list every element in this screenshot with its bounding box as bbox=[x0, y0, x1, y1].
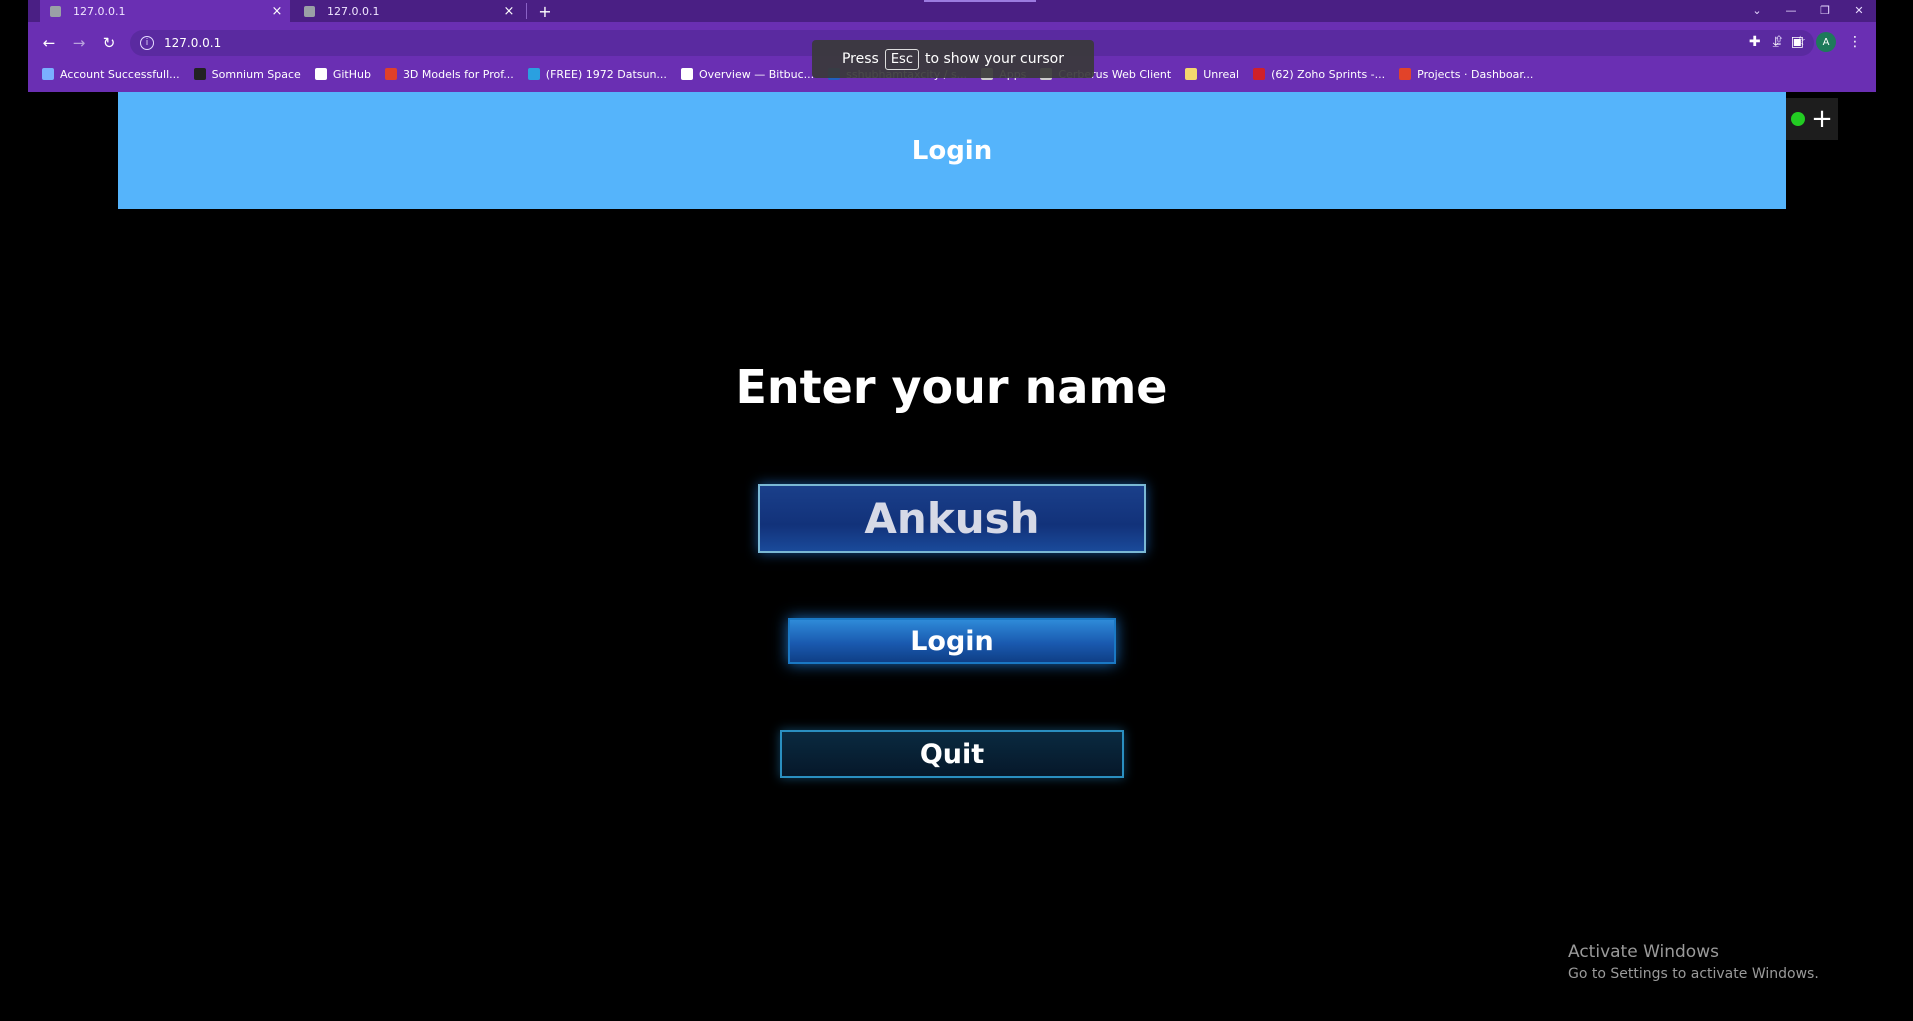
bookmark-item[interactable]: (62) Zoho Sprints -... bbox=[1253, 68, 1385, 81]
name-prompt: Enter your name bbox=[735, 360, 1168, 414]
bookmark-label: 3D Models for Prof... bbox=[402, 67, 514, 81]
tab-close-icon[interactable]: × bbox=[502, 4, 516, 19]
tab-inactive[interactable]: 127.0.0.1 × bbox=[294, 0, 522, 22]
activate-windows-watermark: Activate Windows Go to Settings to activ… bbox=[1568, 942, 1819, 982]
tab-search-icon[interactable]: ⌄ bbox=[1740, 0, 1774, 20]
toast-suffix: to show your cursor bbox=[924, 51, 1064, 67]
page-title: Login bbox=[911, 135, 993, 166]
download-icon[interactable]: ⤓ bbox=[1773, 34, 1779, 50]
new-tab-button[interactable]: + bbox=[532, 0, 558, 22]
tab-separator bbox=[526, 3, 527, 19]
window-controls: ⌄ — ❐ ✕ bbox=[1740, 0, 1876, 22]
profile-avatar[interactable]: A bbox=[1816, 32, 1836, 52]
bookmark-item[interactable]: GitHub bbox=[314, 67, 371, 81]
bookmark-label: (FREE) 1972 Datsun... bbox=[545, 67, 667, 81]
bookmark-label: Unreal bbox=[1203, 67, 1240, 81]
star-icon bbox=[384, 68, 397, 80]
status-dot-icon bbox=[1791, 112, 1806, 126]
name-input[interactable] bbox=[758, 484, 1146, 553]
forward-arrow-icon[interactable]: → bbox=[68, 32, 90, 54]
side-panel-icon[interactable]: ▣ bbox=[1791, 34, 1804, 50]
tab-favicon-icon bbox=[50, 5, 61, 17]
watermark-title: Activate Windows bbox=[1568, 942, 1719, 962]
back-arrow-icon[interactable]: ← bbox=[38, 32, 60, 54]
bookmark-item[interactable]: Overview — Bitbuc... bbox=[680, 67, 815, 81]
github-icon bbox=[314, 68, 327, 80]
cursor-lock-toast: Press Esc to show your cursor bbox=[812, 40, 1094, 78]
menu-kebab-icon[interactable]: ⋮ bbox=[1848, 34, 1862, 50]
tab-title: 127.0.0.1 bbox=[327, 4, 380, 18]
plus-icon[interactable]: + bbox=[1811, 106, 1833, 132]
address-url: 127.0.0.1 bbox=[164, 36, 222, 50]
app-header: Login bbox=[118, 92, 1786, 209]
bookmark-label: Somnium Space bbox=[211, 67, 301, 81]
tab-active[interactable]: 127.0.0.1 × bbox=[40, 0, 290, 22]
globe-icon bbox=[527, 68, 540, 80]
folder-icon bbox=[1185, 68, 1198, 80]
tab-strip: 127.0.0.1 × 127.0.0.1 × + ⌄ — ❐ ✕ bbox=[28, 0, 1876, 22]
bookmark-icon bbox=[42, 68, 54, 80]
cube-icon bbox=[193, 68, 206, 80]
bookmark-label: GitHub bbox=[332, 67, 371, 81]
extensions-icon[interactable]: ✚ bbox=[1749, 34, 1761, 50]
status-widget[interactable]: + bbox=[1786, 98, 1838, 140]
login-button[interactable]: Login bbox=[788, 618, 1116, 664]
quit-button[interactable]: Quit bbox=[780, 730, 1124, 778]
bookmark-item[interactable]: Somnium Space bbox=[193, 67, 301, 81]
zoho-icon bbox=[1253, 68, 1266, 80]
bookmark-item[interactable]: 3D Models for Prof... bbox=[384, 67, 514, 81]
bookmark-label: (62) Zoho Sprints -... bbox=[1271, 67, 1386, 81]
bookmark-item[interactable]: Unreal bbox=[1185, 68, 1239, 81]
restore-icon[interactable]: ❐ bbox=[1808, 0, 1842, 20]
close-window-icon[interactable]: ✕ bbox=[1842, 0, 1876, 20]
site-info-icon[interactable]: i bbox=[140, 36, 154, 50]
tab-close-icon[interactable]: × bbox=[270, 4, 284, 19]
bookmark-label: Overview — Bitbuc... bbox=[698, 67, 815, 81]
screen: 127.0.0.1 × 127.0.0.1 × + ⌄ — ❐ ✕ ← → ↻ bbox=[0, 0, 1913, 1021]
watermark-subtitle: Go to Settings to activate Windows. bbox=[1568, 966, 1819, 982]
globe-icon bbox=[680, 68, 693, 80]
bookmark-item[interactable]: Account Successfull... bbox=[42, 68, 180, 81]
toolbar-actions: ✚ ⤓ ▣ A ⋮ bbox=[1749, 32, 1862, 52]
bookmark-label: Account Successfull... bbox=[60, 67, 180, 81]
minimize-icon[interactable]: — bbox=[1774, 0, 1808, 20]
reload-icon[interactable]: ↻ bbox=[98, 32, 120, 54]
bookmark-label: Projects · Dashboar... bbox=[1417, 67, 1534, 81]
tab-favicon-icon bbox=[304, 5, 315, 17]
toast-key: Esc bbox=[884, 48, 919, 70]
bookmark-item[interactable]: (FREE) 1972 Datsun... bbox=[527, 67, 667, 81]
gitlab-icon bbox=[1399, 68, 1412, 80]
bookmark-item[interactable]: Projects · Dashboar... bbox=[1399, 68, 1533, 81]
tab-strip-highlight bbox=[924, 0, 1036, 2]
toast-prefix: Press bbox=[841, 51, 879, 67]
tab-title: 127.0.0.1 bbox=[73, 4, 126, 18]
